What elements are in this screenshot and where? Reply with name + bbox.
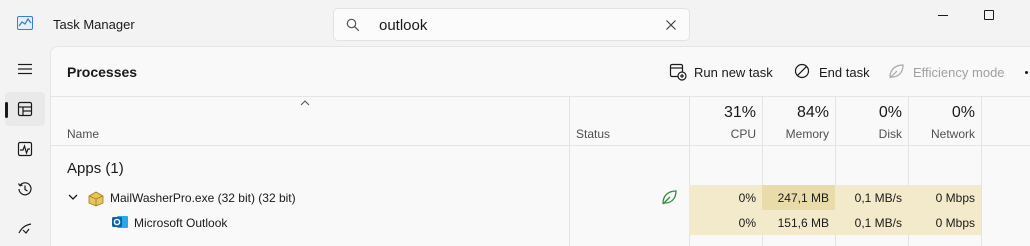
network-cell: 0 Mbps xyxy=(908,210,981,235)
sort-ascending-icon[interactable] xyxy=(300,100,310,106)
cpu-cell: 0% xyxy=(689,185,762,210)
efficiency-leaf-icon xyxy=(889,64,904,79)
run-new-task-label: Run new task xyxy=(694,65,773,80)
column-header-name[interactable]: Name xyxy=(67,127,99,141)
disk-cell: 0,1 MB/s xyxy=(835,210,908,235)
processes-icon xyxy=(17,101,33,117)
more-options-icon[interactable] xyxy=(1025,71,1028,74)
search-icon xyxy=(346,18,360,32)
column-header-cpu[interactable]: CPU xyxy=(689,127,756,141)
search-box[interactable] xyxy=(333,8,690,41)
maximize-icon xyxy=(984,10,994,20)
chevron-down-icon[interactable] xyxy=(68,193,78,201)
column-header-disk[interactable]: Disk xyxy=(835,127,902,141)
nav-item-startup-apps[interactable] xyxy=(5,212,45,246)
network-cell: 0 Mbps xyxy=(908,185,981,210)
column-header-status[interactable]: Status xyxy=(576,127,610,141)
efficiency-leaf-icon xyxy=(662,190,677,205)
empty-cell xyxy=(981,210,1030,235)
memory-cell: 151,6 MB xyxy=(762,210,835,235)
table-row[interactable]: Microsoft Outlook 0% 151,6 MB 0,1 MB/s 0… xyxy=(51,210,1030,235)
divider xyxy=(51,96,1030,97)
clear-search-icon[interactable] xyxy=(665,19,677,31)
end-task-icon xyxy=(794,63,810,79)
memory-cell: 247,1 MB xyxy=(762,185,835,210)
divider xyxy=(51,145,1030,146)
app-history-icon xyxy=(17,182,32,196)
page-title: Processes xyxy=(67,64,138,80)
memory-total-percent: 84% xyxy=(796,104,829,121)
efficiency-mode-label: Efficiency mode xyxy=(913,65,1005,80)
empty-cell xyxy=(981,185,1030,210)
end-task-label: End task xyxy=(819,65,870,80)
network-total-percent: 0% xyxy=(951,104,975,121)
nav-item-app-history[interactable] xyxy=(5,172,45,206)
disk-total-percent: 0% xyxy=(878,104,902,121)
nav-menu-button[interactable] xyxy=(5,52,45,86)
mailwasher-icon xyxy=(88,191,104,207)
hamburger-menu-icon xyxy=(18,63,32,75)
maximize-button[interactable] xyxy=(965,0,1011,32)
column-header-network[interactable]: Network xyxy=(908,127,975,141)
column-header-memory[interactable]: Memory xyxy=(762,127,829,141)
performance-icon xyxy=(17,141,33,157)
minimize-button[interactable] xyxy=(919,0,965,32)
table-row[interactable]: MailWasherPro.exe (32 bit) (32 bit) 0% 2… xyxy=(51,185,1030,210)
nav-item-processes[interactable] xyxy=(5,92,45,126)
startup-apps-icon xyxy=(18,223,32,234)
process-name: MailWasherPro.exe (32 bit) (32 bit) xyxy=(110,191,296,205)
search-input[interactable] xyxy=(379,15,639,35)
cpu-cell: 0% xyxy=(689,210,762,235)
group-header-apps[interactable]: Apps (1) xyxy=(67,160,124,177)
minimize-icon xyxy=(938,15,948,16)
title-bar: Task Manager xyxy=(0,0,1030,46)
run-new-task-icon xyxy=(669,63,687,81)
processes-page: Processes Run new task End task Efficien… xyxy=(50,46,1030,246)
app-title: Task Manager xyxy=(53,17,135,32)
outlook-icon xyxy=(112,216,128,228)
task-manager-icon xyxy=(17,16,33,30)
cpu-total-percent: 31% xyxy=(723,104,756,121)
disk-cell: 0,1 MB/s xyxy=(835,185,908,210)
left-nav xyxy=(0,46,50,246)
process-name: Microsoft Outlook xyxy=(134,216,228,230)
nav-item-performance[interactable] xyxy=(5,132,45,166)
